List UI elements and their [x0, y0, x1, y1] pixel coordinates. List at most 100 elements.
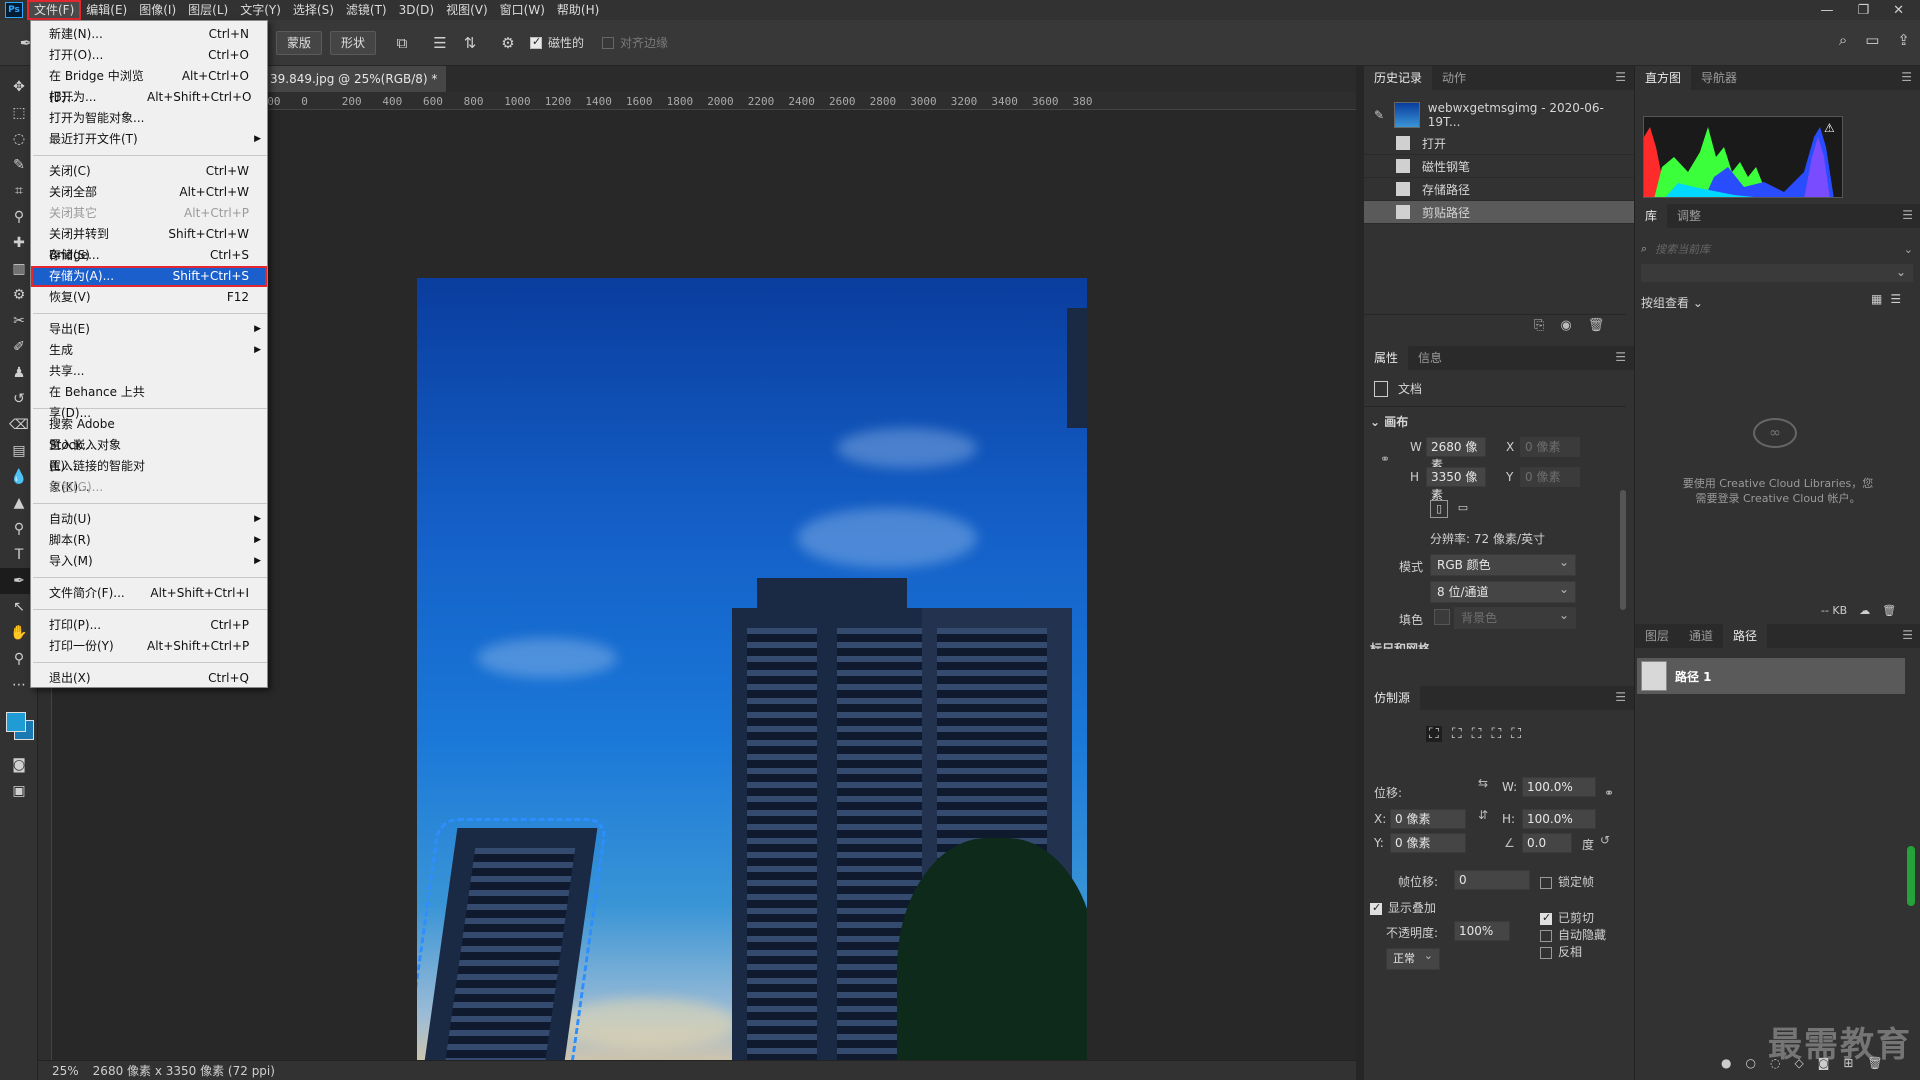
file-menu-item[interactable]: 共享...: [31, 361, 267, 382]
file-menu-item[interactable]: 退出(X) Ctrl+Q: [31, 668, 267, 689]
file-menu-item[interactable]: 新建(N)... Ctrl+N: [31, 24, 267, 45]
link-icon[interactable]: ⚭: [1604, 786, 1614, 800]
canvas-height-field[interactable]: 3350 像素: [1426, 467, 1486, 502]
gear-icon[interactable]: ⚙: [496, 31, 520, 55]
file-menu-item[interactable]: 置入链接的智能对象(K)...: [31, 456, 267, 494]
opacity-field[interactable]: 100%: [1454, 921, 1510, 941]
file-menu-item[interactable]: 存储为(A)... Shift+Ctrl+S: [31, 266, 267, 287]
clone-width-field[interactable]: 100.0%: [1522, 777, 1596, 797]
path-alignment-icon[interactable]: ☰: [428, 31, 452, 55]
file-menu-item[interactable]: 关闭并转到 Bridge... Shift+Ctrl+W: [31, 224, 267, 262]
file-menu-item[interactable]: 打开为... Alt+Shift+Ctrl+O: [31, 87, 267, 108]
tab-channels[interactable]: 通道: [1679, 624, 1723, 648]
link-icon[interactable]: ⚭: [1380, 452, 1390, 466]
rulers-grids-section[interactable]: 标尺和网格: [1370, 640, 1430, 649]
camera-icon[interactable]: ◉: [1560, 318, 1571, 333]
panel-menu-icon[interactable]: ☰: [1901, 70, 1912, 84]
frame-offset-field[interactable]: 0: [1454, 870, 1530, 890]
history-brush-source-toggle[interactable]: [1374, 136, 1388, 150]
menu-view[interactable]: 视图(V): [440, 1, 494, 19]
clone-angle-field[interactable]: 0.0: [1522, 833, 1572, 853]
menu-filter[interactable]: 滤镜(T): [340, 1, 393, 19]
clone-source-5-icon[interactable]: ⛶: [1511, 726, 1521, 742]
workspace-icon[interactable]: ▭: [1865, 31, 1879, 49]
lock-frame-box[interactable]: [1540, 876, 1552, 889]
file-menu-item[interactable]: 打开为智能对象...: [31, 108, 267, 129]
clone-height-field[interactable]: 100.0%: [1522, 809, 1596, 829]
grid-view-icon[interactable]: ▦: [1871, 292, 1882, 306]
share-icon[interactable]: ⇪: [1897, 31, 1910, 49]
invert-checkbox[interactable]: 反相: [1540, 943, 1582, 960]
color-swatches[interactable]: [0, 698, 37, 752]
file-menu-item[interactable]: 在 Behance 上共享(D)...: [31, 382, 267, 420]
stroke-path-icon[interactable]: ○: [1745, 1056, 1755, 1070]
view-by-group-button[interactable]: 按组查看 ⌄: [1641, 294, 1703, 311]
history-step[interactable]: 打开: [1364, 132, 1634, 155]
panel-menu-icon[interactable]: ☰: [1615, 350, 1626, 364]
menu-layer[interactable]: 图层(L): [182, 1, 234, 19]
history-step[interactable]: 存储路径: [1364, 178, 1634, 201]
file-menu-item[interactable]: 自动(U) ▶: [31, 509, 267, 530]
close-window-button[interactable]: ✕: [1893, 3, 1904, 18]
menu-file[interactable]: 文件(F): [26, 0, 82, 20]
menu-type[interactable]: 文字(Y): [234, 1, 287, 19]
history-step[interactable]: 磁性钢笔: [1364, 155, 1634, 178]
history-brush-source-toggle[interactable]: [1374, 182, 1388, 196]
file-menu-item[interactable]: 关闭其它 Alt+Ctrl+P: [31, 203, 267, 224]
fill-color-swatch[interactable]: [1434, 609, 1450, 625]
clipped-box[interactable]: [1540, 911, 1552, 925]
file-menu-item[interactable]: 恢复(V) F12: [31, 287, 267, 308]
auto-hide-checkbox[interactable]: 自动隐藏: [1540, 926, 1606, 943]
foreground-color-swatch[interactable]: [6, 712, 26, 732]
trash-icon[interactable]: 🗑: [1588, 318, 1605, 333]
file-menu-item[interactable]: 关闭全部 Alt+Ctrl+W: [31, 182, 267, 203]
panel-menu-icon[interactable]: ☰: [1615, 690, 1626, 704]
library-search[interactable]: ⌕ 搜索当前库 ⌄: [1641, 238, 1913, 260]
path-row[interactable]: 路径 1: [1637, 658, 1905, 694]
tab-info[interactable]: 信息: [1408, 346, 1452, 370]
menu-help[interactable]: 帮助(H): [551, 1, 605, 19]
clone-source-3-icon[interactable]: ⛶: [1472, 726, 1482, 742]
tab-adjustments[interactable]: 调整: [1667, 204, 1711, 228]
file-menu-item[interactable]: 置入嵌入对象(L)...: [31, 435, 267, 473]
align-edges-check-box[interactable]: [602, 36, 615, 49]
canvas-y-field[interactable]: 0 像素: [1520, 467, 1580, 487]
flip-vertical-icon[interactable]: ⇵: [1478, 808, 1488, 822]
path-arrangement-icon[interactable]: ⇅: [458, 31, 482, 55]
clone-source-2-icon[interactable]: ⛶: [1452, 726, 1462, 742]
cloud-sync-icon[interactable]: ☁: [1859, 604, 1870, 617]
history-step[interactable]: 剪贴路径: [1364, 201, 1634, 224]
list-view-icon[interactable]: ☰: [1890, 292, 1901, 306]
trash-icon[interactable]: 🗑: [1882, 604, 1896, 617]
lock-frame-checkbox[interactable]: 锁定帧: [1540, 873, 1594, 890]
canvas-section-header[interactable]: ⌄ 画布: [1370, 413, 1408, 430]
tab-properties[interactable]: 属性: [1364, 346, 1409, 370]
menu-image[interactable]: 图像(I): [133, 1, 182, 19]
bit-depth-select[interactable]: 8 位/通道: [1430, 579, 1576, 603]
zoom-level[interactable]: 25%: [52, 1064, 79, 1078]
file-menu-item[interactable]: 关闭(C) Ctrl+W: [31, 161, 267, 182]
side-scroll-indicator[interactable]: [1907, 846, 1915, 906]
quick-mask-icon[interactable]: ◙: [0, 752, 38, 778]
tab-history[interactable]: 历史记录: [1364, 66, 1433, 90]
landscape-orientation-icon[interactable]: ▭: [1454, 500, 1472, 518]
path-operations-icon[interactable]: ⧉: [390, 31, 414, 55]
file-menu-item[interactable]: 打印一份(Y) Alt+Shift+Ctrl+P: [31, 636, 267, 657]
clone-y-field[interactable]: 0 像素: [1390, 833, 1466, 853]
menu-3d[interactable]: 3D(D): [393, 1, 440, 19]
clone-source-1-icon[interactable]: ⛶: [1426, 726, 1442, 742]
flip-horizontal-icon[interactable]: ⇆: [1478, 776, 1488, 790]
file-menu-item[interactable]: 搜索 Adobe Stock...: [31, 414, 267, 452]
canvas-width-field[interactable]: 2680 像素: [1426, 437, 1486, 472]
clone-x-field[interactable]: 0 像素: [1390, 809, 1466, 829]
panel-menu-icon[interactable]: ☰: [1615, 70, 1626, 84]
library-select[interactable]: [1641, 262, 1913, 282]
color-mode-select[interactable]: RGB 颜色: [1430, 552, 1576, 576]
properties-scrollbar[interactable]: [1620, 490, 1626, 610]
new-document-from-state-icon[interactable]: ⎘: [1534, 318, 1544, 333]
tab-paths[interactable]: 路径: [1723, 624, 1768, 648]
clipped-checkbox[interactable]: 已剪切: [1540, 909, 1594, 926]
file-menu-item[interactable]: 打开(O)... Ctrl+O: [31, 45, 267, 66]
document-image[interactable]: [417, 278, 1087, 1080]
panel-menu-icon[interactable]: ☰: [1902, 628, 1913, 642]
